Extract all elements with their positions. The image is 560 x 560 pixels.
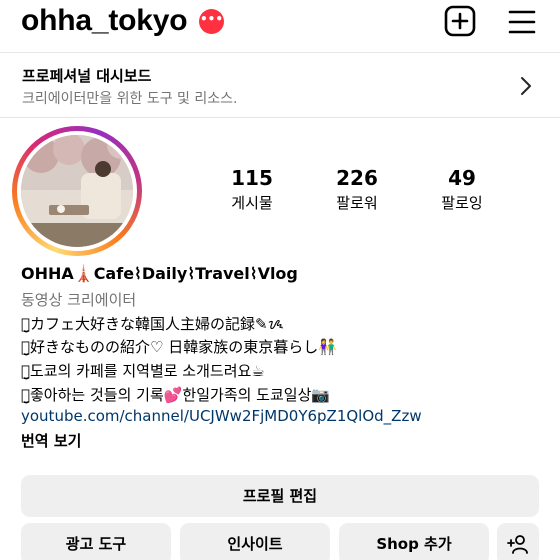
bio-line: ꪔ̤̮好きなものの紹介♡ 日韓家族の東京暮らし👫 — [21, 338, 337, 356]
dashboard-title: 프로페셔널 대시보드 — [22, 67, 152, 85]
avatar-image — [21, 135, 133, 247]
posts-count: 115 — [231, 166, 273, 190]
stat-following[interactable]: 49 팔로잉 — [412, 166, 512, 214]
hamburger-menu-icon — [508, 10, 536, 34]
stat-followers[interactable]: 226 팔로워 — [307, 166, 407, 214]
plus-square-icon — [444, 5, 476, 37]
menu-button[interactable] — [506, 6, 538, 38]
profile-avatar[interactable] — [12, 126, 142, 256]
profile-category: 동영상 크리에이터 — [21, 291, 137, 309]
posts-label: 게시물 — [231, 194, 273, 212]
translate-button[interactable]: 번역 보기 — [21, 430, 81, 451]
discover-people-button[interactable] — [497, 523, 539, 560]
bio-link[interactable]: youtube.com/channel/UCJWw2FjMD0Y6pZ1QlOd… — [21, 407, 422, 425]
create-button[interactable] — [444, 5, 476, 37]
following-label: 팔로잉 — [441, 194, 483, 212]
avatar-photo — [21, 135, 133, 247]
ad-tools-button[interactable]: 광고 도구 — [21, 523, 171, 560]
bio-line: ꪔ̤̮カフェ大好きな韓国人主婦の記録✎ᝰ — [21, 315, 284, 333]
bio-line: ꪔ̤̮좋아하는 것들의 기록💕한일가족의 도쿄일상📷 — [21, 386, 331, 404]
followers-count: 226 — [336, 166, 378, 190]
chevron-right-icon — [521, 77, 531, 95]
insights-button[interactable]: 인사이트 — [180, 523, 330, 560]
username-title[interactable]: ohha_tokyo — [21, 4, 188, 38]
professional-dashboard-row[interactable]: 프로페셔널 대시보드 크리에이터만을 위한 도구 및 리소스. — [0, 52, 560, 118]
edit-profile-button[interactable]: 프로필 편집 — [21, 475, 539, 517]
stat-posts[interactable]: 115 게시물 — [202, 166, 302, 214]
dashboard-subtitle: 크리에이터만을 위한 도구 및 리소스. — [22, 91, 238, 107]
bio-line: ꪔ̤̮도쿄의 카페를 지역별로 소개드려요☕ — [21, 362, 265, 380]
notification-badge[interactable]: ••• — [199, 9, 224, 34]
followers-label: 팔로워 — [336, 194, 378, 212]
add-shop-button[interactable]: Shop 추가 — [339, 523, 489, 560]
profile-header: ohha_tokyo ••• — [0, 0, 560, 52]
add-person-icon — [507, 535, 528, 554]
profile-name: OHHA🗼Cafe⌇Daily⌇Travel⌇Vlog — [21, 264, 298, 283]
following-count: 49 — [448, 166, 476, 190]
